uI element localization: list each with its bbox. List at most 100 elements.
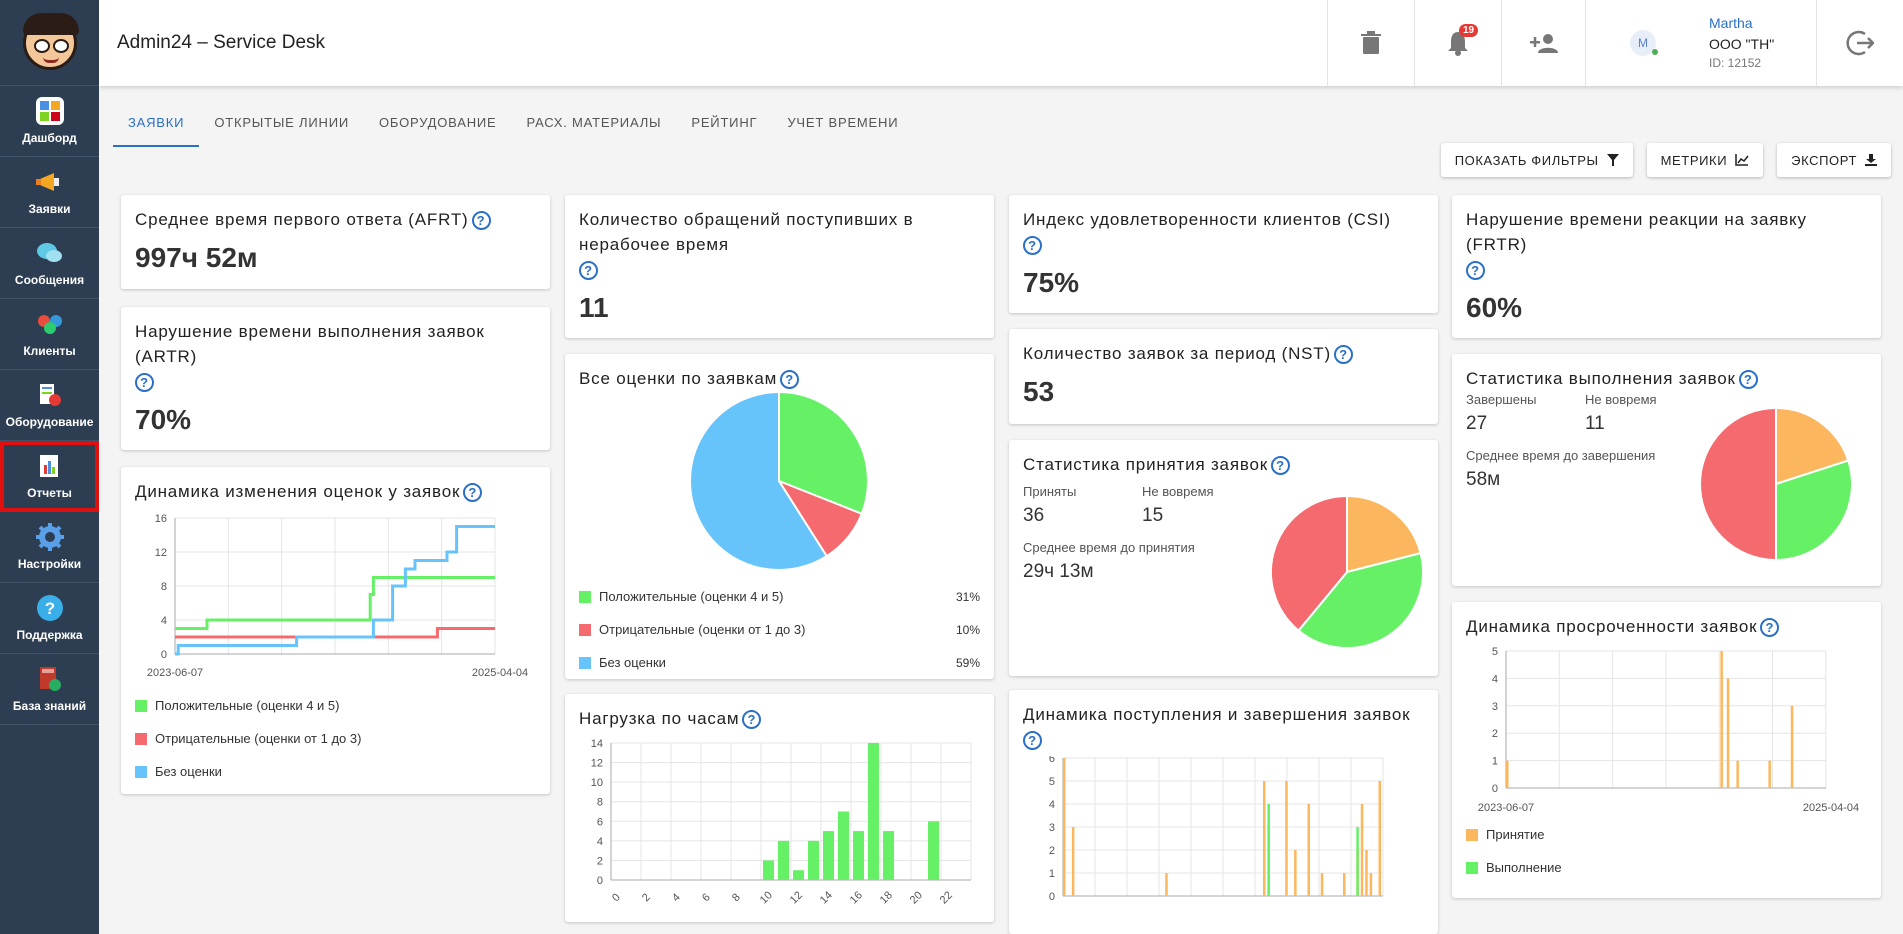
legend-item[interactable]: Без оценки bbox=[135, 755, 536, 788]
legend-item[interactable]: Отрицательные (оценки от 1 до 3) bbox=[135, 722, 536, 755]
sidebar-item-support[interactable]: ? Поддержка bbox=[0, 583, 99, 654]
sidebar-item-label: Клиенты bbox=[23, 344, 76, 358]
bar bbox=[883, 831, 894, 880]
sidebar-item-equipment[interactable]: Оборудование bbox=[0, 370, 99, 441]
notifications-button[interactable]: 19 bbox=[1414, 0, 1501, 86]
legend-item[interactable]: Выполнение bbox=[1466, 851, 1867, 884]
help-icon[interactable]: ? bbox=[1466, 261, 1485, 281]
legend-item[interactable]: Положительные (оценки 4 и 5) 31% bbox=[579, 580, 980, 613]
tab-open-lines[interactable]: ОТКРЫТЫЕ ЛИНИИ bbox=[199, 100, 364, 147]
download-icon bbox=[1865, 154, 1877, 166]
help-icon[interactable]: ? bbox=[780, 370, 800, 390]
report-icon bbox=[36, 452, 64, 480]
sidebar: Дашборд Заявки Сообщения Клиенты Оборудо… bbox=[0, 0, 99, 934]
trash-button[interactable] bbox=[1327, 0, 1414, 86]
bar bbox=[1294, 850, 1297, 896]
x-tick-label: 2 bbox=[640, 891, 653, 904]
help-icon[interactable]: ? bbox=[1738, 370, 1758, 390]
help-icon[interactable]: ? bbox=[1270, 456, 1290, 476]
trash-icon bbox=[1361, 31, 1381, 54]
y-tick-label: 5 bbox=[1492, 646, 1498, 658]
y-tick-label: 12 bbox=[591, 758, 603, 770]
svg-text:?: ? bbox=[44, 599, 54, 618]
tab-time-tracking[interactable]: УЧЕТ ВРЕМЕНИ bbox=[772, 100, 913, 147]
top-header: Admin24 – Service Desk 19 M Martha ООО "… bbox=[99, 0, 1903, 86]
avatar: M bbox=[1630, 30, 1658, 56]
sidebar-item-dashboard[interactable]: Дашборд bbox=[0, 86, 99, 157]
card-title: Статистика выполнения заявок? bbox=[1466, 366, 1867, 391]
sidebar-item-knowledge-base[interactable]: База знаний bbox=[0, 654, 99, 725]
bar bbox=[1267, 804, 1270, 896]
y-tick-label: 4 bbox=[597, 836, 603, 848]
x-tick-label: 16 bbox=[848, 889, 865, 906]
x-tick-label: 14 bbox=[818, 889, 835, 906]
legend-swatch bbox=[1466, 828, 1478, 841]
sidebar-item-reports[interactable]: Отчеты bbox=[0, 441, 99, 512]
bar bbox=[1726, 678, 1730, 788]
y-tick-label: 16 bbox=[155, 513, 167, 525]
y-tick-label: 8 bbox=[161, 581, 167, 593]
bar bbox=[868, 743, 879, 880]
help-icon[interactable]: ? bbox=[1333, 345, 1353, 365]
y-tick-label: 0 bbox=[597, 875, 603, 887]
x-tick-label: 2023-06-07 bbox=[147, 667, 203, 679]
legend-swatch bbox=[579, 590, 591, 603]
legend-swatch bbox=[579, 656, 591, 669]
logo[interactable] bbox=[0, 0, 99, 86]
help-icon[interactable]: ? bbox=[1023, 731, 1042, 751]
late-completed-stat: Не вовремя 11 bbox=[1585, 392, 1657, 434]
tab-equipment[interactable]: ОБОРУДОВАНИЕ bbox=[364, 100, 512, 147]
user-profile[interactable]: M Martha ООО "ТН" ID: 12152 bbox=[1585, 0, 1816, 86]
sidebar-item-label: Настройки bbox=[17, 557, 82, 571]
help-icon[interactable]: ? bbox=[742, 710, 762, 730]
bar bbox=[1369, 873, 1373, 896]
add-user-button[interactable] bbox=[1501, 0, 1588, 86]
metrics-button[interactable]: МЕТРИКИ bbox=[1646, 143, 1764, 177]
help-icon[interactable]: ? bbox=[463, 483, 483, 503]
help-icon[interactable]: ? bbox=[1023, 236, 1042, 256]
legend-swatch bbox=[579, 623, 591, 636]
tab-consumables[interactable]: РАСХ. МАТЕРИАЛЫ bbox=[512, 100, 677, 147]
ratings-dynamics-card: Динамика изменения оценок у заявок? 0 4 8 1… bbox=[121, 467, 550, 794]
megaphone-icon bbox=[35, 168, 64, 196]
acceptance-pie-chart bbox=[1270, 494, 1424, 649]
show-filters-button[interactable]: ПОКАЗАТЬ ФИЛЬТРЫ bbox=[1440, 143, 1633, 177]
sidebar-item-tickets[interactable]: Заявки bbox=[0, 157, 99, 228]
help-icon[interactable]: ? bbox=[135, 373, 154, 393]
hourly-load-chart: 0 2 4 6 8 10 12 14 0 2 4 6 8 10 12 14 16 18 20 22 bbox=[591, 738, 972, 906]
x-tick-label: 6 bbox=[700, 891, 713, 904]
nst-card: Количество заявок за период (NST)? 53 bbox=[1009, 329, 1438, 424]
tab-rating[interactable]: РЕЙТИНГ bbox=[676, 100, 772, 147]
help-icon[interactable]: ? bbox=[1760, 618, 1780, 638]
x-tick-label: 4 bbox=[670, 891, 683, 904]
user-company: ООО "ТН" bbox=[1709, 36, 1775, 52]
sidebar-item-messages[interactable]: Сообщения bbox=[0, 228, 99, 299]
offhours-card: Количество обращений поступивших в нераб… bbox=[565, 195, 994, 338]
y-tick-label: 8 bbox=[597, 797, 603, 809]
help-icon[interactable]: ? bbox=[579, 261, 598, 281]
user-name[interactable]: Martha bbox=[1709, 15, 1753, 31]
card-title: Динамика просроченности заявок? bbox=[1466, 614, 1867, 639]
y-tick-label: 12 bbox=[155, 547, 167, 559]
notifications-badge: 19 bbox=[1459, 24, 1479, 37]
logout-button[interactable] bbox=[1816, 0, 1903, 86]
export-button[interactable]: ЭКСПОРТ bbox=[1777, 143, 1891, 177]
card-title: Нарушение времени реакции на заявку (FRT… bbox=[1466, 210, 1807, 281]
y-tick-label: 0 bbox=[161, 649, 167, 661]
clients-icon bbox=[36, 310, 64, 338]
legend-item[interactable]: Без оценки 59% bbox=[579, 646, 980, 679]
legend-item[interactable]: Положительные (оценки 4 и 5) bbox=[135, 689, 536, 722]
bar bbox=[1736, 760, 1739, 788]
inflow-dynamics-chart: 0 1 2 3 4 5 6 bbox=[1049, 753, 1384, 903]
legend-item[interactable]: Принятие bbox=[1466, 818, 1867, 851]
help-icon[interactable]: ? bbox=[471, 211, 491, 231]
tab-tickets[interactable]: ЗАЯВКИ bbox=[113, 100, 200, 147]
card-title: Нарушение времени выполнения заявок (ART… bbox=[135, 322, 485, 393]
x-tick-label: 12 bbox=[788, 889, 805, 906]
sidebar-item-settings[interactable]: Настройки bbox=[0, 512, 99, 583]
sidebar-item-clients[interactable]: Клиенты bbox=[0, 299, 99, 370]
csi-value: 75% bbox=[1023, 267, 1080, 298]
offhours-value: 11 bbox=[579, 292, 609, 323]
bar bbox=[1165, 873, 1168, 896]
legend-item[interactable]: Отрицательные (оценки от 1 до 3) 10% bbox=[579, 613, 980, 646]
